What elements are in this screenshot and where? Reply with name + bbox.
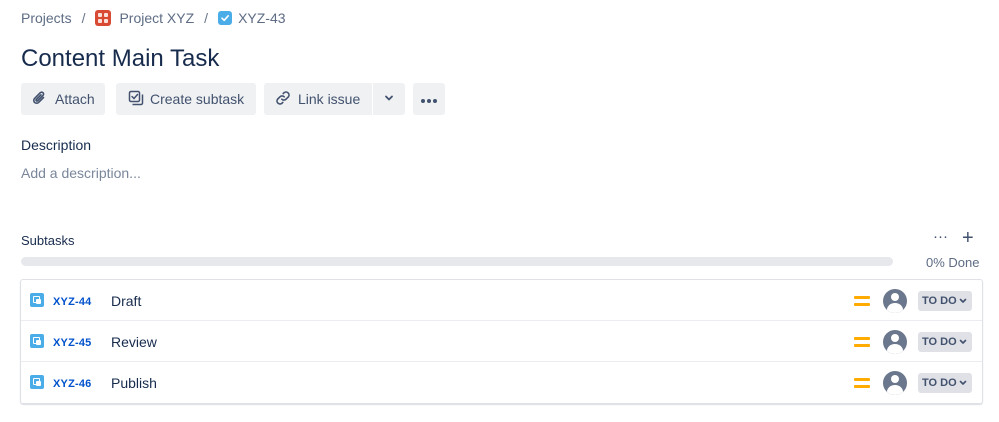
more-dots-icon bbox=[420, 91, 438, 107]
breadcrumb-projects-link[interactable]: Projects bbox=[21, 10, 72, 26]
chevron-down-icon bbox=[959, 298, 966, 303]
subtasks-progress-bar bbox=[21, 257, 893, 266]
link-issue-label: Link issue bbox=[298, 91, 361, 107]
subtask-icon bbox=[30, 293, 44, 307]
status-dropdown[interactable]: TO DO bbox=[918, 373, 972, 393]
assignee-avatar-icon[interactable] bbox=[883, 289, 907, 313]
subtask-summary[interactable]: Review bbox=[111, 334, 157, 350]
subtasks-progress-text: 0% Done bbox=[926, 255, 980, 270]
assignee-avatar-icon[interactable] bbox=[883, 330, 907, 354]
status-dropdown[interactable]: TO DO bbox=[918, 291, 972, 311]
subtasks-table: XYZ-44 Draft TO DO XYZ-45 Review TO DO X… bbox=[20, 279, 983, 404]
table-row[interactable]: XYZ-45 Review TO DO bbox=[21, 321, 982, 362]
subtask-icon bbox=[30, 334, 44, 348]
subtask-summary[interactable]: Publish bbox=[111, 375, 157, 391]
priority-medium-icon bbox=[854, 296, 870, 306]
issue-title[interactable]: Content Main Task bbox=[21, 44, 219, 74]
more-actions-button[interactable] bbox=[413, 83, 445, 115]
chevron-down-icon bbox=[383, 91, 395, 107]
status-label: TO DO bbox=[922, 295, 957, 307]
table-row[interactable]: XYZ-46 Publish TO DO bbox=[21, 362, 982, 403]
breadcrumb-separator: / bbox=[204, 10, 209, 26]
description-label: Description bbox=[21, 137, 92, 153]
subtasks-more-button[interactable]: ··· bbox=[933, 228, 948, 245]
subtask-key-link[interactable]: XYZ-44 bbox=[53, 296, 92, 308]
breadcrumb-project-link[interactable]: Project XYZ bbox=[119, 10, 194, 26]
chevron-down-icon bbox=[959, 380, 966, 385]
table-row[interactable]: XYZ-44 Draft TO DO bbox=[21, 280, 982, 321]
subtasks-label: Subtasks bbox=[21, 233, 75, 248]
paperclip-icon bbox=[31, 89, 49, 110]
status-label: TO DO bbox=[922, 336, 957, 348]
subtask-summary[interactable]: Draft bbox=[111, 293, 141, 309]
description-input[interactable]: Add a description... bbox=[21, 165, 141, 181]
subtask-key-link[interactable]: XYZ-45 bbox=[53, 337, 92, 349]
link-issue-dropdown-button[interactable] bbox=[373, 83, 405, 115]
create-subtask-label: Create subtask bbox=[150, 91, 245, 107]
priority-medium-icon bbox=[854, 337, 870, 347]
link-issue-button[interactable]: Link issue bbox=[264, 83, 372, 115]
priority-medium-icon bbox=[854, 378, 870, 388]
subtask-checkbox-icon bbox=[128, 90, 144, 109]
assignee-avatar-icon[interactable] bbox=[883, 371, 907, 395]
subtask-key-link[interactable]: XYZ-46 bbox=[53, 378, 92, 390]
attach-button[interactable]: Attach bbox=[21, 83, 105, 115]
breadcrumb-separator: / bbox=[81, 10, 86, 26]
status-dropdown[interactable]: TO DO bbox=[918, 332, 972, 352]
create-subtask-button[interactable]: Create subtask bbox=[116, 83, 256, 115]
status-label: TO DO bbox=[922, 377, 957, 389]
add-subtask-button[interactable]: + bbox=[962, 227, 974, 249]
project-icon bbox=[95, 10, 112, 26]
attach-label: Attach bbox=[55, 91, 95, 107]
breadcrumb: Projects / Project XYZ / XYZ-43 bbox=[21, 9, 286, 27]
breadcrumb-issue-link[interactable]: XYZ-43 bbox=[238, 10, 285, 26]
chevron-down-icon bbox=[959, 339, 966, 344]
link-icon bbox=[274, 89, 292, 110]
task-checkbox-icon bbox=[218, 11, 233, 25]
subtask-icon bbox=[30, 375, 44, 389]
